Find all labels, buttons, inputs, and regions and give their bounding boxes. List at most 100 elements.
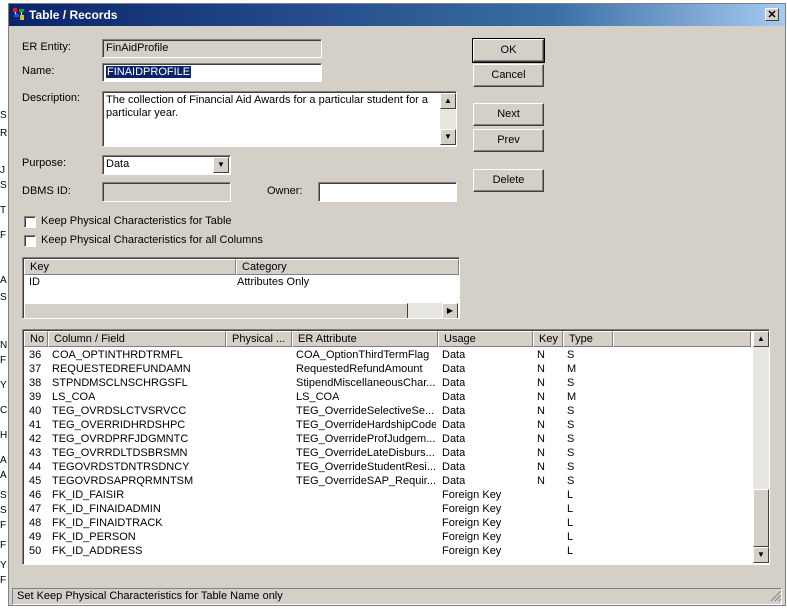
background-fragment: C bbox=[0, 405, 8, 416]
background-fragment: N bbox=[0, 340, 8, 351]
owner-input[interactable] bbox=[318, 182, 457, 202]
description-textarea[interactable]: The collection of Financial Aid Awards f… bbox=[102, 91, 457, 147]
cell-type: S bbox=[567, 405, 575, 417]
keep-table-checkbox[interactable] bbox=[24, 216, 36, 228]
columns-vertical-scrollbar[interactable]: ▲ ▼ bbox=[753, 331, 769, 563]
cell-er-attribute: TEG_OverrideSAP_Requir... bbox=[296, 475, 436, 487]
cell-type: L bbox=[567, 503, 574, 515]
name-input-value: FINAIDPROFILE bbox=[106, 66, 192, 78]
cell-type: S bbox=[567, 433, 575, 445]
cell-usage: Foreign Key bbox=[442, 489, 502, 501]
cell-column-field: TEG_OVRDSLCTVSRVCC bbox=[52, 405, 187, 417]
cell-key: N bbox=[537, 461, 545, 473]
status-text: Set Keep Physical Characteristics for Ta… bbox=[17, 590, 283, 602]
cell-no: 42 bbox=[29, 433, 42, 445]
keys-horizontal-scrollbar[interactable]: ▶ bbox=[24, 303, 458, 318]
cell-column-field: REQUESTEDREFUNDAMN bbox=[52, 363, 191, 375]
cell-no: 48 bbox=[29, 517, 42, 529]
scrollbar-thumb[interactable] bbox=[753, 489, 769, 547]
scroll-up-icon[interactable]: ▲ bbox=[753, 331, 769, 347]
cell-er-attribute: TEG_OverrideSelectiveSe... bbox=[296, 405, 435, 417]
cell-usage: Data bbox=[442, 419, 466, 431]
cell-no: 50 bbox=[29, 545, 42, 557]
cancel-button[interactable]: Cancel bbox=[473, 64, 544, 87]
background-fragment: H bbox=[0, 430, 8, 441]
name-input[interactable]: FINAIDPROFILE bbox=[102, 63, 322, 82]
background-fragment: A bbox=[0, 470, 7, 481]
columns-header-type[interactable]: Type bbox=[563, 331, 613, 347]
ok-button[interactable]: OK bbox=[472, 38, 545, 63]
cell-column-field: TEG_OVRRDLTDSBRSMN bbox=[52, 447, 188, 459]
keys-list[interactable]: Key Category ID Attributes Only ▶ bbox=[22, 257, 460, 319]
cell-no: 39 bbox=[29, 391, 42, 403]
scroll-up-icon[interactable]: ▲ bbox=[440, 93, 456, 109]
background-fragment: J bbox=[0, 165, 5, 176]
background-fragment: R bbox=[0, 128, 8, 139]
cell-er-attribute: COA_OptionThirdTermFlag bbox=[296, 349, 430, 361]
er-entity-field: FinAidProfile bbox=[102, 39, 322, 58]
purpose-value: Data bbox=[106, 158, 130, 170]
delete-button[interactable]: Delete bbox=[473, 169, 544, 192]
scroll-down-icon[interactable]: ▼ bbox=[753, 547, 769, 563]
chevron-down-icon[interactable]: ▼ bbox=[213, 157, 229, 173]
keys-header-key[interactable]: Key bbox=[24, 259, 236, 275]
cell-key: N bbox=[537, 433, 545, 445]
cell-column-field: STPNDMSCLNSCHRGSFL bbox=[52, 377, 188, 389]
cell-er-attribute: TEG_OverrideStudentResi... bbox=[296, 461, 436, 473]
cell-key: N bbox=[537, 475, 545, 487]
scrollbar-thumb[interactable] bbox=[24, 303, 408, 318]
cell-column-field: FK_ID_FAISIR bbox=[52, 489, 125, 501]
cell-key: N bbox=[537, 363, 545, 375]
cell-usage: Foreign Key bbox=[442, 503, 502, 515]
columns-header-usage[interactable]: Usage bbox=[438, 331, 533, 347]
columns-header-er-attribute[interactable]: ER Attribute bbox=[292, 331, 438, 347]
cell-type: S bbox=[567, 461, 575, 473]
purpose-select[interactable]: Data ▼ bbox=[102, 155, 231, 175]
cell-type: M bbox=[567, 363, 577, 375]
background-fragment: Y bbox=[0, 380, 7, 391]
cell-no: 43 bbox=[29, 447, 42, 459]
scroll-down-icon[interactable]: ▼ bbox=[440, 129, 456, 145]
cell-type: S bbox=[567, 475, 575, 487]
cell-no: 44 bbox=[29, 461, 42, 473]
prev-button[interactable]: Prev bbox=[473, 129, 544, 152]
dbms-id-field bbox=[102, 182, 231, 202]
title-bar[interactable]: Table / Records ✕ bbox=[9, 4, 785, 26]
cell-type: S bbox=[567, 377, 575, 389]
background-fragment: S bbox=[0, 110, 7, 121]
close-button[interactable]: ✕ bbox=[765, 8, 779, 21]
dbms-id-label: DBMS ID: bbox=[22, 185, 71, 197]
cell-usage: Data bbox=[442, 405, 466, 417]
er-entity-label: ER Entity: bbox=[22, 41, 71, 53]
cell-key: N bbox=[537, 419, 545, 431]
cell-type: S bbox=[567, 419, 575, 431]
cell-type: S bbox=[567, 447, 575, 459]
columns-header-physical[interactable]: Physical ... bbox=[226, 331, 292, 347]
background-fragment: Y bbox=[0, 560, 7, 571]
keep-columns-checkbox[interactable] bbox=[24, 235, 36, 247]
cell-type: M bbox=[567, 391, 577, 403]
scroll-right-icon[interactable]: ▶ bbox=[442, 303, 458, 318]
background-fragment: F bbox=[0, 575, 7, 586]
table-app-icon bbox=[13, 8, 24, 20]
cell-type: L bbox=[567, 489, 574, 501]
columns-list[interactable]: No Column / Field Physical ... ER Attribute… bbox=[22, 329, 770, 565]
next-button[interactable]: Next bbox=[473, 103, 544, 126]
background-fragment: F bbox=[0, 355, 7, 366]
cell-column-field: FK_ID_FINAIDADMIN bbox=[52, 503, 161, 515]
cell-usage: Data bbox=[442, 433, 466, 445]
cell-er-attribute: TEG_OverrideProfJudgem... bbox=[296, 433, 436, 445]
key-cell: ID bbox=[29, 276, 40, 288]
columns-header-no[interactable]: No bbox=[24, 331, 48, 347]
description-scrollbar[interactable]: ▲ ▼ bbox=[440, 93, 456, 145]
resize-grip-icon[interactable] bbox=[770, 590, 782, 602]
cell-key: N bbox=[537, 349, 545, 361]
cell-er-attribute: StipendMiscellaneousChar... bbox=[296, 377, 436, 389]
cell-column-field: LS_COA bbox=[52, 391, 96, 403]
columns-header-key[interactable]: Key bbox=[533, 331, 563, 347]
keys-header-category[interactable]: Category bbox=[236, 259, 459, 275]
cell-type: L bbox=[567, 545, 574, 557]
cell-usage: Foreign Key bbox=[442, 531, 502, 543]
columns-header-column-field[interactable]: Column / Field bbox=[48, 331, 226, 347]
description-label: Description: bbox=[22, 92, 81, 104]
